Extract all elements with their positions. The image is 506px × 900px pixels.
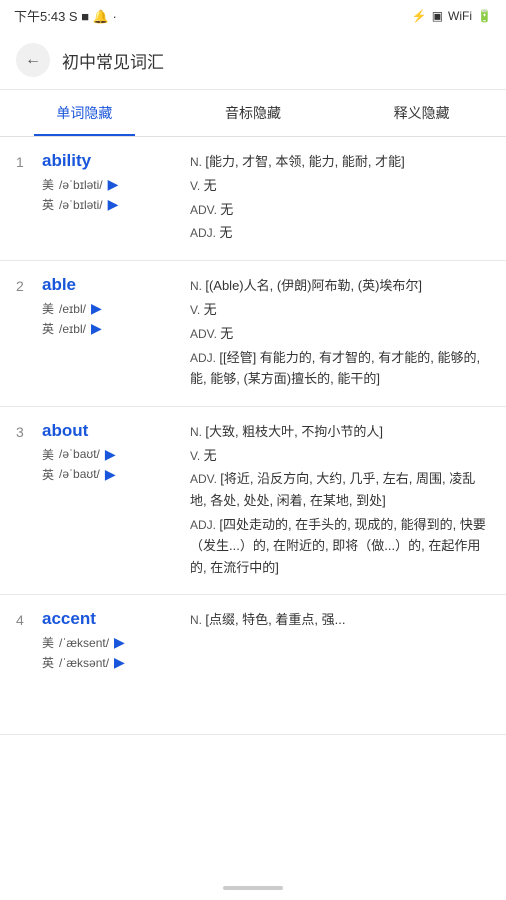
phonetic-us-ability: 美 /əˈbɪləti/ ▶ <box>42 176 182 193</box>
phonetic-uk-about: 英 /əˈbaʊt/ ▶ <box>42 466 182 483</box>
entry-left-about: about 美 /əˈbaʊt/ ▶ 英 /əˈbaʊt/ ▶ <box>42 421 182 486</box>
header-title: 初中常见词汇 <box>62 48 164 73</box>
status-bar: 下午5:43 S ■ 🔔 · ⚡ ▣ WiFi 🔋 <box>0 0 506 31</box>
tab-word-hide[interactable]: 单词隐藏 <box>0 90 169 136</box>
scroll-indicator <box>223 886 283 890</box>
def-about-adj: ADJ. [四处走动的, 在手头的, 现成的, 能得到的, 快要（发生...）的… <box>190 514 490 579</box>
tab-meaning-hide[interactable]: 释义隐藏 <box>337 90 506 136</box>
entry-number-1: 1 <box>16 154 34 170</box>
def-able-adv: ADV. 无 <box>190 323 490 345</box>
def-ability-adj: ADJ. 无 <box>190 222 490 244</box>
back-button[interactable]: ← <box>16 43 50 77</box>
def-ability-n: N. [能力, 才智, 本领, 能力, 能耐, 才能] <box>190 151 490 173</box>
status-network: ⚡ <box>412 9 427 23</box>
status-battery: 🔋 <box>477 9 492 23</box>
sound-us-about[interactable]: ▶ <box>105 446 116 463</box>
word-able[interactable]: able <box>42 275 182 295</box>
def-accent-n: N. [点缀, 特色, 着重点, 强... <box>190 609 490 631</box>
entry-number-4: 4 <box>16 612 34 628</box>
entry-defs-accent: N. [点缀, 特色, 着重点, 强... <box>190 609 490 633</box>
word-about[interactable]: about <box>42 421 182 441</box>
status-icons: ⚡ ▣ WiFi 🔋 <box>412 9 492 23</box>
entry-number-2: 2 <box>16 278 34 294</box>
def-able-n: N. [(Able)人名, (伊朗)阿布勒, (英)埃布尔] <box>190 275 490 297</box>
phonetic-us-able: 美 /eɪbl/ ▶ <box>42 300 182 317</box>
word-entry-able: 2 able 美 /eɪbl/ ▶ 英 /eɪbl/ ▶ N. [(Able)人… <box>0 261 506 407</box>
phonetic-us-about: 美 /əˈbaʊt/ ▶ <box>42 446 182 463</box>
def-about-adv: ADV. [将近, 沿反方向, 大约, 几乎, 左右, 周围, 凌乱地, 各处,… <box>190 468 490 511</box>
status-time: 下午5:43 S ■ 🔔 · <box>14 6 117 25</box>
entry-defs-able: N. [(Able)人名, (伊朗)阿布勒, (英)埃布尔] V. 无 ADV.… <box>190 275 490 392</box>
def-ability-v: V. 无 <box>190 175 490 197</box>
word-ability[interactable]: ability <box>42 151 182 171</box>
sound-uk-ability[interactable]: ▶ <box>108 196 119 213</box>
entry-defs-about: N. [大致, 粗枝大叶, 不拘小节的人] V. 无 ADV. [将近, 沿反方… <box>190 421 490 581</box>
sound-uk-about[interactable]: ▶ <box>105 466 116 483</box>
sound-us-ability[interactable]: ▶ <box>108 176 119 193</box>
phonetic-us-accent: 美 /ˈæksent/ ▶ <box>42 634 182 651</box>
def-able-v: V. 无 <box>190 299 490 321</box>
phonetic-uk-accent: 英 /ˈæksənt/ ▶ <box>42 654 182 671</box>
entry-defs-ability: N. [能力, 才智, 本领, 能力, 能耐, 才能] V. 无 ADV. 无 … <box>190 151 490 246</box>
header: ← 初中常见词汇 <box>0 31 506 90</box>
sound-us-accent[interactable]: ▶ <box>114 634 125 651</box>
phonetic-uk-able: 英 /eɪbl/ ▶ <box>42 320 182 337</box>
entry-left-accent: accent 美 /ˈæksent/ ▶ 英 /ˈæksənt/ ▶ <box>42 609 182 674</box>
word-entry-accent: 4 accent 美 /ˈæksent/ ▶ 英 /ˈæksənt/ ▶ N. … <box>0 595 506 735</box>
def-about-n: N. [大致, 粗枝大叶, 不拘小节的人] <box>190 421 490 443</box>
def-about-v: V. 无 <box>190 445 490 467</box>
status-signal: WiFi <box>448 9 472 23</box>
tab-phonetic-hide[interactable]: 音标隐藏 <box>169 90 338 136</box>
sound-uk-able[interactable]: ▶ <box>91 320 102 337</box>
phonetic-uk-ability: 英 /əˈbɪləti/ ▶ <box>42 196 182 213</box>
def-able-adj: ADJ. [[经管] 有能力的, 有才智的, 有才能的, 能够的, 能, 能够,… <box>190 347 490 390</box>
def-ability-adv: ADV. 无 <box>190 199 490 221</box>
word-entry-about: 3 about 美 /əˈbaʊt/ ▶ 英 /əˈbaʊt/ ▶ N. [大致… <box>0 407 506 596</box>
word-list: 1 ability 美 /əˈbɪləti/ ▶ 英 /əˈbɪləti/ ▶ … <box>0 137 506 735</box>
tab-bar: 单词隐藏 音标隐藏 释义隐藏 <box>0 90 506 137</box>
sound-uk-accent[interactable]: ▶ <box>114 654 125 671</box>
sound-us-able[interactable]: ▶ <box>91 300 102 317</box>
word-accent[interactable]: accent <box>42 609 182 629</box>
status-wifi: ▣ <box>432 9 443 23</box>
entry-left-able: able 美 /eɪbl/ ▶ 英 /eɪbl/ ▶ <box>42 275 182 340</box>
word-entry-ability: 1 ability 美 /əˈbɪləti/ ▶ 英 /əˈbɪləti/ ▶ … <box>0 137 506 261</box>
entry-number-3: 3 <box>16 424 34 440</box>
entry-left-ability: ability 美 /əˈbɪləti/ ▶ 英 /əˈbɪləti/ ▶ <box>42 151 182 216</box>
